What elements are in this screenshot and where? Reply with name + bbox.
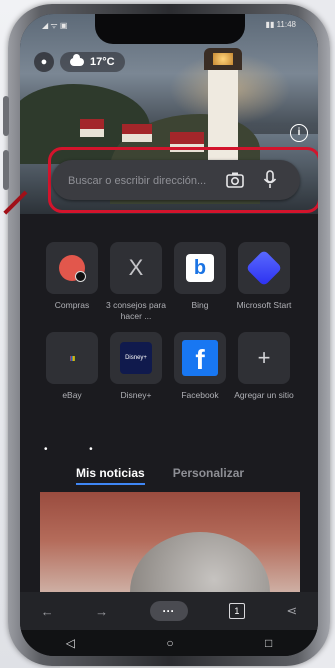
tile-icon	[238, 242, 290, 294]
info-icon[interactable]: i	[290, 124, 308, 142]
weather-widget[interactable]: 17°C	[60, 52, 125, 72]
tile-icon: b	[174, 242, 226, 294]
screen: ◢ ᯤ ▣ ▮▮ 11:48 ● 17°C i Compras X	[20, 14, 318, 656]
tile-icon: f	[174, 332, 226, 384]
tile-label: Compras	[54, 300, 90, 310]
microsoft-start-icon	[245, 249, 283, 287]
menu-button[interactable]: ···	[149, 601, 188, 621]
volume-button	[3, 150, 9, 190]
system-nav-bar: ◁ ○ □	[20, 630, 318, 656]
browser-toolbar: ← → ··· 1 ⋖	[20, 592, 318, 630]
page-indicator: • •	[44, 444, 93, 455]
house	[122, 124, 152, 142]
tab-personalizar[interactable]: Personalizar	[173, 466, 244, 485]
x-icon: X	[128, 255, 144, 280]
tile-label: eBay	[62, 390, 82, 400]
status-icons: ◢ ᯤ ▣	[42, 21, 68, 30]
temperature: 17°C	[90, 56, 115, 68]
home-circle-icon[interactable]: ○	[166, 636, 173, 650]
tab-mis-noticias[interactable]: Mis noticias	[76, 466, 145, 485]
tile-label: Microsoft Start	[236, 300, 292, 310]
camera-notch	[95, 14, 245, 44]
tile-label: Facebook	[181, 390, 219, 400]
volume-button	[3, 96, 9, 136]
facebook-icon: f	[182, 340, 218, 376]
search-input[interactable]	[66, 160, 220, 202]
house	[80, 119, 104, 137]
news-tabs: Mis noticias Personalizar	[76, 466, 244, 485]
badge-icon	[75, 271, 86, 282]
tile-icon: +	[238, 332, 290, 384]
tile-facebook[interactable]: f Facebook	[164, 332, 236, 401]
search-bar[interactable]	[52, 160, 300, 202]
bing-icon: b	[186, 254, 214, 282]
camera-icon[interactable]	[225, 171, 245, 189]
ebay-icon	[69, 355, 75, 361]
recents-square-icon[interactable]: □	[265, 636, 272, 650]
back-triangle-icon[interactable]: ◁	[66, 636, 75, 650]
cloud-icon	[70, 54, 84, 66]
tile-icon	[46, 332, 98, 384]
forward-arrow-icon[interactable]: →	[95, 604, 108, 619]
tile-icon	[46, 242, 98, 294]
share-icon[interactable]: ⋖	[286, 603, 297, 619]
profile-icon: ●	[40, 56, 48, 68]
tile-bing[interactable]: b Bing	[164, 242, 236, 311]
microphone-icon[interactable]	[263, 170, 277, 190]
profile-button[interactable]: ●	[34, 52, 54, 72]
tile-label: Disney+	[120, 390, 152, 400]
tile-label: 3 consejos para hacer ...	[105, 300, 166, 321]
tile-microsoft-start[interactable]: Microsoft Start	[228, 242, 300, 311]
tile-label: Bing	[191, 300, 209, 310]
tile-icon: Disney+	[110, 332, 162, 384]
tile-compras[interactable]: Compras	[36, 242, 108, 311]
lighthouse-lamp	[204, 48, 242, 70]
plus-icon: +	[257, 345, 271, 370]
tile-consejos[interactable]: X 3 consejos para hacer ...	[100, 242, 172, 322]
tile-add-site[interactable]: + Agregar un sitio	[228, 332, 300, 401]
tile-ebay[interactable]: eBay	[36, 332, 108, 401]
tile-label: Agregar un sitio	[234, 390, 294, 400]
back-arrow-icon[interactable]: ←	[41, 604, 54, 619]
status-time: ▮▮ 11:48	[265, 20, 296, 29]
tile-icon: X	[110, 242, 162, 294]
tile-disney[interactable]: Disney+ Disney+	[100, 332, 172, 401]
tabs-button[interactable]: 1	[228, 603, 245, 619]
disney-icon: Disney+	[120, 342, 152, 374]
house	[170, 132, 204, 152]
